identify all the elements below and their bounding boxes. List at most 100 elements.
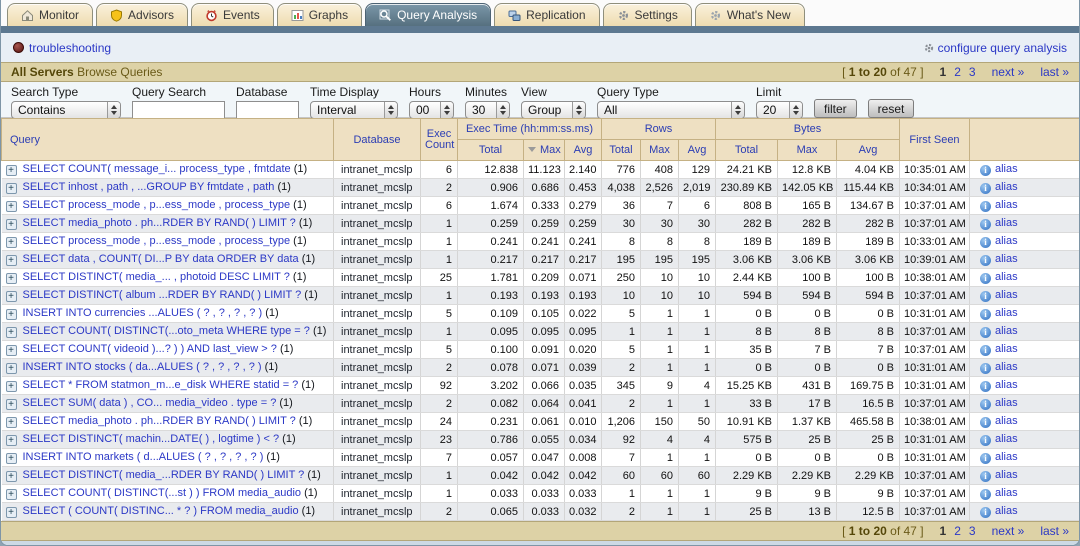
expand-row-button[interactable]: + <box>6 363 17 374</box>
next-page-link[interactable]: next » <box>992 524 1025 538</box>
page-1-current[interactable]: 1 <box>940 524 947 538</box>
exec-time-avg-header[interactable]: Avg <box>565 140 602 161</box>
query-link[interactable]: INSERT INTO stocks ( da...ALUES ( ? , ? … <box>23 361 262 373</box>
alias-link[interactable]: alias <box>995 163 1018 175</box>
rows-avg-header[interactable]: Avg <box>679 140 716 161</box>
next-page-link[interactable]: next » <box>992 65 1025 79</box>
alias-link[interactable]: alias <box>995 289 1018 301</box>
search-type-select[interactable]: Contains <box>11 101 121 119</box>
alias-link[interactable]: alias <box>995 343 1018 355</box>
filter-button[interactable]: filter <box>814 99 857 118</box>
query-link[interactable]: SELECT inhost , path , ...GROUP BY fmtda… <box>23 181 275 193</box>
query-link[interactable]: SELECT COUNT( DISTINCT(...st ) ) FROM me… <box>23 487 302 499</box>
tab-query-analysis[interactable]: Query Analysis <box>365 3 491 26</box>
alias-link[interactable]: alias <box>995 469 1018 481</box>
query-type-select[interactable]: All <box>597 101 745 119</box>
alias-link[interactable]: alias <box>995 379 1018 391</box>
bytes-total-header[interactable]: Total <box>716 140 778 161</box>
bytes-max-header[interactable]: Max <box>778 140 837 161</box>
tab-events[interactable]: Events <box>191 3 274 26</box>
alias-link[interactable]: alias <box>995 325 1018 337</box>
tab-whats-new[interactable]: What's New <box>695 3 805 26</box>
tab-settings[interactable]: Settings <box>603 3 692 26</box>
last-page-link[interactable]: last » <box>1040 65 1069 79</box>
expand-row-button[interactable]: + <box>6 183 17 194</box>
query-link[interactable]: SELECT data , COUNT( DI...P BY data ORDE… <box>23 253 299 265</box>
alias-link[interactable]: alias <box>995 415 1018 427</box>
hours-select[interactable]: 00 <box>409 101 454 119</box>
query-link[interactable]: SELECT COUNT( message_i... process_type … <box>23 163 291 175</box>
query-link[interactable]: SELECT COUNT( videoid )...? ) ) AND last… <box>23 343 277 355</box>
expand-row-button[interactable]: + <box>6 291 17 302</box>
page-1-current[interactable]: 1 <box>940 65 947 79</box>
query-link[interactable]: SELECT media_photo . ph...RDER BY RAND( … <box>23 415 296 427</box>
query-link[interactable]: SELECT DISTINCT( album ...RDER BY RAND( … <box>23 289 302 301</box>
query-link[interactable]: SELECT DISTINCT( media_...RDER BY RAND( … <box>23 469 305 481</box>
limit-select[interactable]: 20 <box>756 101 803 119</box>
query-link[interactable]: SELECT DISTINCT( media_... , photoid DES… <box>23 271 290 283</box>
expand-row-button[interactable]: + <box>6 489 17 500</box>
page-3-link[interactable]: 3 <box>969 524 976 538</box>
alias-link[interactable]: alias <box>995 505 1018 517</box>
expand-row-button[interactable]: + <box>6 255 17 266</box>
query-link[interactable]: SELECT media_photo . ph...RDER BY RAND( … <box>23 217 296 229</box>
expand-row-button[interactable]: + <box>6 327 17 338</box>
rows-max-header[interactable]: Max <box>641 140 679 161</box>
page-2-link[interactable]: 2 <box>954 524 961 538</box>
alias-link[interactable]: alias <box>995 271 1018 283</box>
query-link[interactable]: SELECT process_mode , p...ess_mode , pro… <box>23 235 291 247</box>
exec-time-total-header[interactable]: Total <box>458 140 524 161</box>
alias-link[interactable]: alias <box>995 235 1018 247</box>
query-link[interactable]: SELECT SUM( data ) , CO... media_video .… <box>23 397 277 409</box>
minutes-select[interactable]: 30 <box>465 101 510 119</box>
alias-link[interactable]: alias <box>995 217 1018 229</box>
expand-row-button[interactable]: + <box>6 507 17 518</box>
expand-row-button[interactable]: + <box>6 399 17 410</box>
alias-link[interactable]: alias <box>995 451 1018 463</box>
expand-row-button[interactable]: + <box>6 471 17 482</box>
query-link[interactable]: SELECT COUNT( DISTINCT(...oto_meta WHERE… <box>23 325 310 337</box>
expand-row-button[interactable]: + <box>6 237 17 248</box>
col-database-header[interactable]: Database <box>334 119 421 161</box>
expand-row-button[interactable]: + <box>6 345 17 356</box>
expand-row-button[interactable]: + <box>6 381 17 392</box>
expand-row-button[interactable]: + <box>6 219 17 230</box>
expand-row-button[interactable]: + <box>6 273 17 284</box>
alias-link[interactable]: alias <box>995 307 1018 319</box>
view-select[interactable]: Group <box>521 101 586 119</box>
page-3-link[interactable]: 3 <box>969 65 976 79</box>
troubleshooting-link[interactable]: troubleshooting <box>13 41 111 55</box>
database-input[interactable] <box>236 101 299 119</box>
bytes-avg-header[interactable]: Avg <box>837 140 900 161</box>
query-search-input[interactable] <box>132 101 225 119</box>
tab-replication[interactable]: Replication <box>494 3 599 26</box>
alias-link[interactable]: alias <box>995 487 1018 499</box>
last-page-link[interactable]: last » <box>1040 524 1069 538</box>
expand-row-button[interactable]: + <box>6 417 17 428</box>
query-link[interactable]: INSERT INTO markets ( d...ALUES ( ? , ? … <box>23 451 264 463</box>
alias-link[interactable]: alias <box>995 433 1018 445</box>
alias-link[interactable]: alias <box>995 397 1018 409</box>
page-2-link[interactable]: 2 <box>954 65 961 79</box>
expand-row-button[interactable]: + <box>6 453 17 464</box>
col-query-header[interactable]: Query <box>2 119 334 161</box>
col-exec-count-header[interactable]: Exec Count <box>421 119 458 161</box>
alias-link[interactable]: alias <box>995 361 1018 373</box>
alias-link[interactable]: alias <box>995 181 1018 193</box>
expand-row-button[interactable]: + <box>6 165 17 176</box>
expand-row-button[interactable]: + <box>6 435 17 446</box>
query-link[interactable]: SELECT DISTINCT( machin...DATE( ) , logt… <box>23 433 280 445</box>
configure-query-analysis-link[interactable]: configure query analysis <box>923 41 1067 55</box>
query-link[interactable]: SELECT ( COUNT( DISTINC... * ? ) FROM me… <box>23 505 299 517</box>
alias-link[interactable]: alias <box>995 253 1018 265</box>
reset-button[interactable]: reset <box>868 99 915 118</box>
query-link[interactable]: SELECT * FROM statmon_m...e_disk WHERE s… <box>23 379 299 391</box>
expand-row-button[interactable]: + <box>6 201 17 212</box>
query-link[interactable]: SELECT process_mode , p...ess_mode , pro… <box>23 199 291 211</box>
tab-advisors[interactable]: Advisors <box>96 3 188 26</box>
col-first-seen-header[interactable]: First Seen <box>900 119 970 161</box>
exec-time-max-header[interactable]: Max <box>524 140 565 161</box>
tab-monitor[interactable]: Monitor <box>7 3 93 26</box>
time-display-select[interactable]: Interval <box>310 101 398 119</box>
tab-graphs[interactable]: Graphs <box>277 3 362 26</box>
